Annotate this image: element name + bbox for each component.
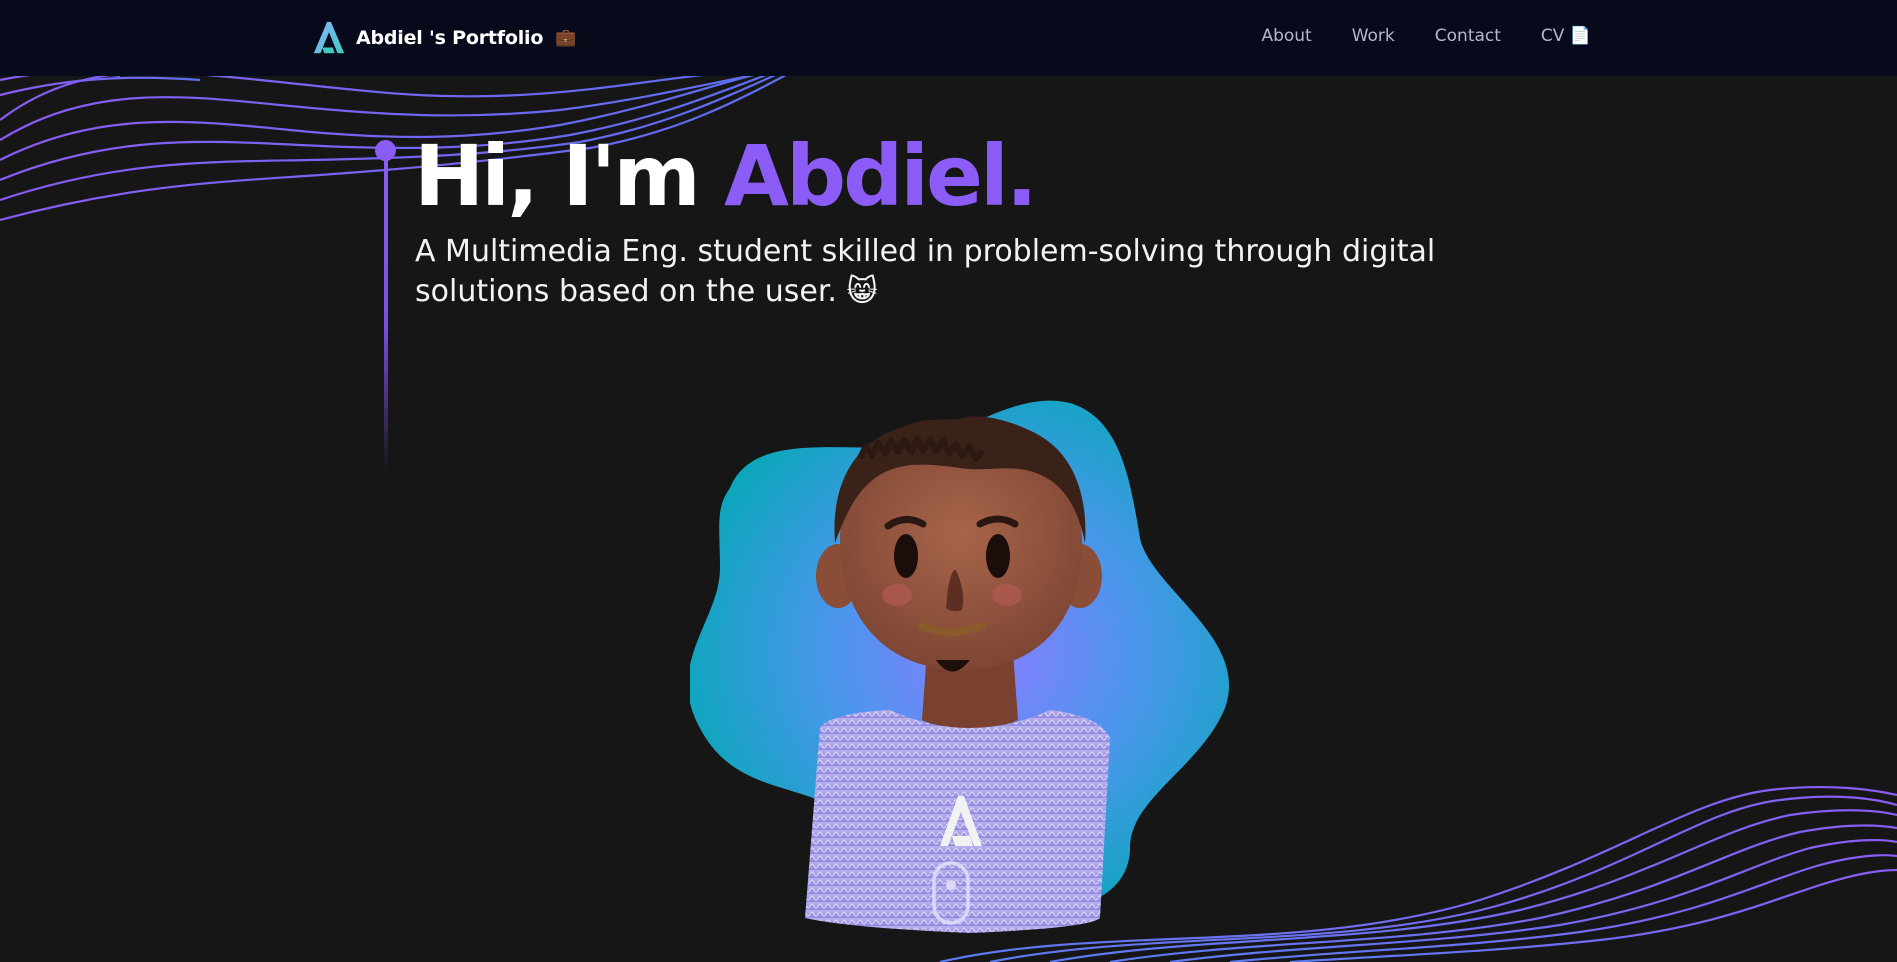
nav-links: About Work Contact CV 📄 <box>1261 26 1591 46</box>
brand-home-link[interactable]: Abdiel 's Portfolio 💼 <box>310 18 576 58</box>
avatar-sweater <box>805 710 1110 933</box>
nav-cv-link[interactable]: CV 📄 <box>1541 26 1591 46</box>
avatar-illustration <box>690 400 1229 933</box>
hero-greeting: Hi, I'm <box>414 127 724 225</box>
hero-heading: Hi, I'm Abdiel. <box>414 126 1038 226</box>
brand-title: Abdiel 's Portfolio <box>356 27 544 49</box>
nav-contact-link[interactable]: Contact <box>1435 26 1501 46</box>
hero-name: Abdiel. <box>724 127 1038 225</box>
timeline-line <box>384 148 388 470</box>
hero-subtitle: A Multimedia Eng. student skilled in pro… <box>415 234 1436 309</box>
briefcase-icon: 💼 <box>555 28 577 48</box>
nav-work-link[interactable]: Work <box>1352 26 1395 46</box>
nav-about-link[interactable]: About <box>1261 26 1311 46</box>
top-navbar: Abdiel 's Portfolio 💼 About Work Contact… <box>0 0 1897 76</box>
a-logo-icon <box>313 21 345 54</box>
